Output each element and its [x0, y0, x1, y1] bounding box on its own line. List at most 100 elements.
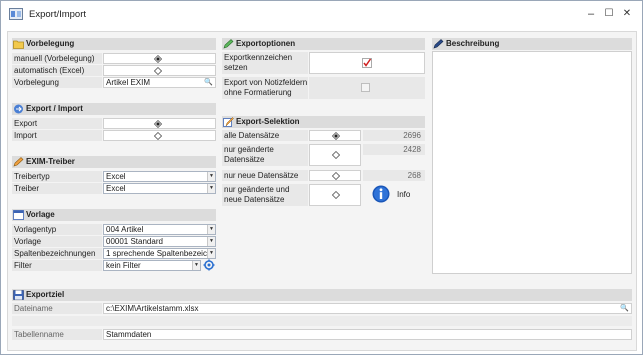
exportoptionen-title: Exportoptionen	[236, 39, 296, 48]
export-import-header: Export / Import	[12, 103, 216, 115]
geaenderte-datensaetze-count: 2428	[363, 144, 425, 155]
tabellenname-field[interactable]: Stammdaten	[103, 329, 632, 340]
save-icon	[13, 290, 24, 300]
geaenderte-und-neue-radio[interactable]	[332, 191, 340, 199]
dateiname-label: Dateiname	[12, 303, 102, 314]
spaltenbezeichnungen-label: Spaltenbezeichnungen	[12, 248, 102, 259]
vorbelegung-field-label: Vorbelegung	[12, 77, 102, 88]
manuell-label: manuell (Vorbelegung)	[12, 53, 102, 64]
exim-treiber-title: EXIM-Treiber	[26, 157, 75, 166]
minimize-button[interactable]: –	[583, 7, 599, 21]
import-radio-cell[interactable]	[103, 130, 216, 141]
beschreibung-textarea[interactable]	[432, 51, 632, 274]
vorbelegung-field[interactable]: Artikel EXIM 🔍	[103, 77, 216, 88]
treiber-value: Excel	[106, 184, 126, 193]
exportoptionen-header: Exportoptionen	[222, 38, 425, 50]
automatisch-label: automatisch (Excel)	[12, 65, 102, 76]
dateiname-value: c:\EXIM\Artikelstamm.xlsx	[106, 304, 199, 313]
exportkennzeichen-checkbox[interactable]	[362, 58, 372, 68]
beschreibung-title: Beschreibung	[446, 39, 500, 48]
neue-datensaetze-count: 268	[363, 170, 425, 181]
export-import-icon	[14, 104, 23, 114]
geaenderte-datensaetze-radio[interactable]	[332, 151, 340, 159]
selection-icon	[223, 117, 234, 127]
exportziel-title: Exportziel	[26, 290, 65, 299]
dateiname-field[interactable]: c:\EXIM\Artikelstamm.xlsx 🔍	[103, 303, 632, 314]
export-import-window: Export/Import – ☐ ✕ Vorbelegung manuell …	[0, 0, 643, 355]
treibertyp-value: Excel	[106, 172, 126, 181]
beschreibung-header: Beschreibung	[432, 38, 632, 50]
neue-datensaetze-radio-cell[interactable]	[309, 170, 361, 181]
window-title: Export/Import	[29, 9, 87, 20]
treibertyp-label: Treibertyp	[12, 171, 102, 182]
chevron-down-icon[interactable]: ▼	[207, 172, 215, 181]
geaenderte-datensaetze-label: nur geänderte Datensätze	[222, 144, 308, 166]
alle-datensaetze-radio-cell[interactable]	[309, 130, 361, 141]
treibertyp-select[interactable]: Excel ▼	[103, 171, 216, 182]
search-icon[interactable]: 🔍	[620, 304, 629, 313]
alle-datensaetze-count: 2696	[363, 130, 425, 141]
pencil-icon	[13, 157, 24, 167]
tabellenname-value: Stammdaten	[106, 330, 152, 339]
vorlage-select[interactable]: 00001 Standard ▼	[103, 236, 216, 247]
vorlage-label: Vorlage	[12, 236, 102, 247]
export-import-title: Export / Import	[26, 104, 83, 113]
folder-icon	[13, 40, 24, 49]
vorbelegung-field-value: Artikel EXIM	[106, 78, 151, 87]
export-selektion-title: Export-Selektion	[236, 117, 300, 126]
chevron-down-icon[interactable]: ▼	[192, 261, 200, 270]
export-radio-cell[interactable]	[103, 118, 216, 129]
notizfelder-checkbox[interactable]	[361, 83, 370, 92]
export-import-app-icon	[9, 8, 23, 20]
tabellenname-label: Tabellenname	[12, 329, 102, 340]
automatisch-radio[interactable]	[154, 67, 162, 75]
info-icon[interactable]	[372, 185, 390, 203]
vorlagentyp-select[interactable]: 004 Artikel ▼	[103, 224, 216, 235]
exim-treiber-header: EXIM-Treiber	[12, 156, 216, 168]
info-link[interactable]: Info	[397, 190, 410, 199]
geaenderte-und-neue-radio-cell[interactable]	[309, 184, 361, 206]
automatisch-radio-cell[interactable]	[103, 65, 216, 76]
geaenderte-und-neue-label: nur geänderte und neue Datensätze	[222, 184, 308, 206]
vorlage-header: Vorlage	[12, 209, 216, 221]
alle-datensaetze-label: alle Datensätze	[222, 130, 308, 141]
template-icon	[13, 210, 24, 220]
treiber-label: Treiber	[12, 183, 102, 194]
spaltenbezeichnungen-select[interactable]: 1 sprechende Spaltenbezeic ▼	[103, 248, 216, 259]
export-selektion-header: Export-Selektion	[222, 116, 425, 128]
filter-label: Filter	[12, 260, 102, 271]
filter-select[interactable]: kein Filter ▼	[103, 260, 201, 271]
chevron-down-icon[interactable]: ▼	[207, 184, 215, 193]
chevron-down-icon[interactable]: ▼	[207, 225, 215, 234]
vorbelegung-header: Vorbelegung	[12, 38, 216, 50]
vorlagentyp-value: 004 Artikel	[106, 225, 144, 234]
vorlage-value: 00001 Standard	[106, 237, 163, 246]
vorlagentyp-label: Vorlagentyp	[12, 224, 102, 235]
chevron-down-icon[interactable]: ▼	[207, 249, 215, 258]
import-radio[interactable]	[154, 132, 162, 140]
treiber-select[interactable]: Excel ▼	[103, 183, 216, 194]
exportkennzeichen-label: Exportkennzeichen setzen	[222, 52, 308, 74]
notizfelder-checkbox-cell[interactable]	[309, 77, 425, 99]
maximize-button[interactable]: ☐	[601, 7, 617, 21]
filter-settings-icon[interactable]	[203, 259, 215, 271]
spacer-row	[12, 316, 632, 326]
geaenderte-datensaetze-radio-cell[interactable]	[309, 144, 361, 166]
exportziel-header: Exportziel	[12, 289, 632, 301]
manuell-radio-cell[interactable]	[103, 53, 216, 64]
export-radio[interactable]	[154, 120, 162, 128]
pencil-icon	[223, 39, 234, 49]
title-bar: Export/Import – ☐ ✕	[1, 1, 642, 28]
neue-datensaetze-radio[interactable]	[332, 172, 340, 180]
alle-datensaetze-radio[interactable]	[332, 132, 340, 140]
manuell-radio[interactable]	[154, 55, 162, 63]
pen-icon	[433, 39, 444, 49]
close-button[interactable]: ✕	[619, 7, 635, 21]
filter-value: kein Filter	[106, 261, 141, 270]
exportkennzeichen-checkbox-cell[interactable]	[309, 52, 425, 74]
export-label: Export	[12, 118, 102, 129]
search-icon[interactable]: 🔍	[204, 78, 213, 87]
chevron-down-icon[interactable]: ▼	[207, 237, 215, 246]
spaltenbezeichnungen-value: 1 sprechende Spaltenbezeic	[106, 249, 207, 258]
vorlage-title: Vorlage	[26, 210, 55, 219]
